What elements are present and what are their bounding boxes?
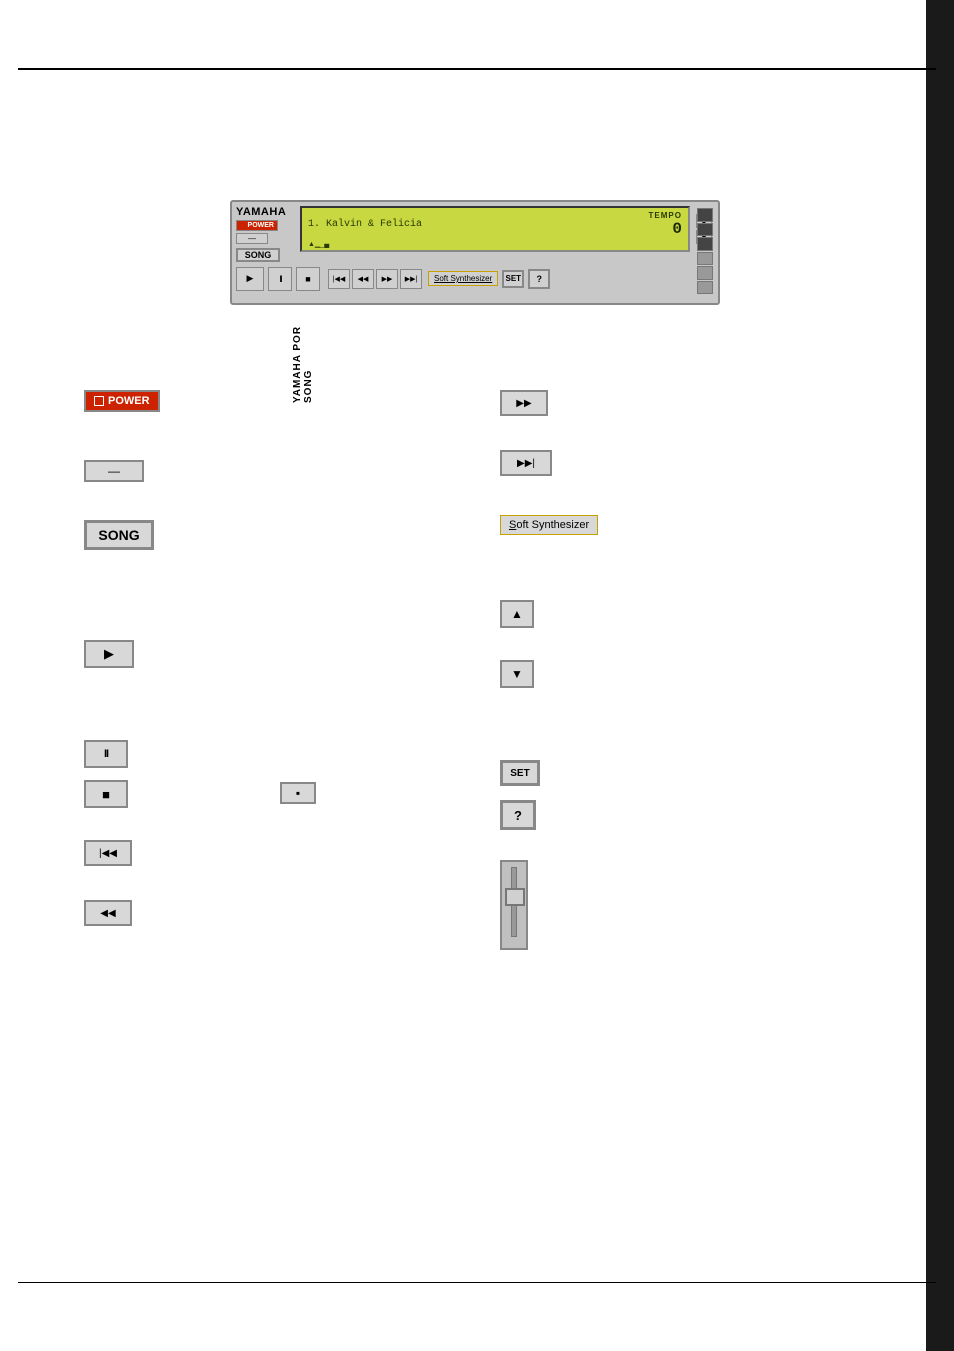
nav-buttons: |◀◀ ◀◀ ▶▶ ▶▶| — [328, 269, 422, 289]
fast-forward-to-end-illus-label: ▶▶| — [517, 458, 535, 469]
stop-small-button-illus[interactable]: ▪ — [280, 782, 316, 804]
lcd-song-name: 1. Kalvin & Felicia — [308, 219, 422, 230]
soft-synth-illus-rest: oft Synthesizer — [516, 519, 589, 531]
slider-track — [511, 867, 517, 937]
fast-forward-button-illus[interactable]: ▶▶ — [500, 390, 548, 416]
lcd-display: 1. Kalvin & Felicia TEMPO 0 ▲▁_▄ — [300, 206, 690, 252]
device-top: YAMAHA POWER — SONG 1. Kalvin & Felicia … — [232, 202, 718, 254]
fast-forward-button-illustration: ▶▶ — [500, 390, 548, 416]
fast-forward-to-end-button-illus[interactable]: ▶▶| — [500, 450, 552, 476]
lcd-waveform: ▲▁_▄ — [308, 240, 682, 248]
rewind-illus-label: ◀◀ — [100, 908, 115, 919]
power-square-icon — [94, 396, 104, 406]
device-rewind-to-start-button[interactable]: |◀◀ — [328, 269, 350, 289]
fast-forward-to-end-button-illustration: ▶▶| — [500, 450, 552, 476]
tempo-down-button-illustration: ▼ — [500, 660, 534, 688]
minus-button-illus[interactable]: — — [84, 460, 144, 482]
stop-small-button-illustration: ▪ — [280, 782, 316, 804]
stop-button-illustration: ■ — [84, 780, 128, 808]
help-button-illus[interactable]: ? — [500, 800, 536, 830]
device-power-button[interactable]: POWER — [236, 220, 278, 231]
device-bottom: ▶ II ■ |◀◀ ◀◀ ▶▶ ▶▶| Soft Synthesizer SE… — [232, 254, 718, 303]
minus-button-illustration: — — [84, 460, 144, 482]
bar-segment-2 — [697, 223, 713, 237]
yamaha-logo: YAMAHA — [236, 206, 296, 218]
rewind-to-start-button-illustration: |◀◀ — [84, 840, 132, 866]
stop-illus-label: ■ — [102, 787, 110, 802]
device-play-button[interactable]: ▶ — [236, 267, 264, 291]
player-device: YAMAHA POWER — SONG 1. Kalvin & Felicia … — [230, 200, 720, 305]
fast-forward-illus-label: ▶▶ — [516, 398, 531, 409]
yamaha-por-song-label: YAMAHA POR SONG — [271, 305, 335, 403]
lcd-top-row: 1. Kalvin & Felicia TEMPO 0 — [308, 211, 682, 238]
song-button-illustration: SONG — [84, 520, 154, 550]
bar-segment-1 — [697, 208, 713, 222]
stop-small-illus-label: ▪ — [296, 786, 300, 800]
device-rewind-button[interactable]: ◀◀ — [352, 269, 374, 289]
right-sidebar — [926, 0, 954, 1351]
bar-segment-6 — [697, 281, 713, 295]
device-minus-label: — — [248, 234, 256, 243]
pause-button-illustration: II — [84, 740, 128, 768]
help-button-illustration: ? — [500, 800, 536, 830]
set-illus-label: SET — [510, 768, 529, 779]
device-fast-forward-button[interactable]: ▶▶ — [376, 269, 398, 289]
stop-button-illus[interactable]: ■ — [84, 780, 128, 808]
tempo-area: TEMPO 0 — [649, 211, 682, 238]
play-button-illustration: ▶ — [84, 640, 134, 668]
power-indicator-icon — [240, 223, 246, 229]
play-illus-label: ▶ — [104, 646, 114, 662]
device-soft-synthesizer-button[interactable]: Soft Synthesizer — [428, 271, 498, 286]
song-illus-label: SONG — [98, 527, 139, 543]
power-button-illustration: POWER — [84, 390, 160, 412]
lcd-tempo-label: TEMPO — [649, 211, 682, 220]
tempo-up-button-illus[interactable]: ▲ — [500, 600, 534, 628]
rewind-button-illus[interactable]: ◀◀ — [84, 900, 132, 926]
device-pause-button[interactable]: II — [268, 267, 292, 291]
slider-illustration — [500, 860, 528, 950]
tempo-up-illus-label: ▲ — [511, 607, 523, 621]
pause-button-illus[interactable]: II — [84, 740, 128, 768]
bar-segment-5 — [697, 266, 713, 280]
tempo-down-button-illus[interactable]: ▼ — [500, 660, 534, 688]
rewind-to-start-illus-label: |◀◀ — [99, 848, 117, 859]
soft-synth-rest: oft Synthesizer — [439, 274, 492, 283]
minus-illus-label: — — [108, 464, 120, 478]
top-rule — [18, 68, 936, 70]
device-fast-forward-to-end-button[interactable]: ▶▶| — [400, 269, 422, 289]
device-help-button[interactable]: ? — [528, 269, 550, 289]
play-button-illus[interactable]: ▶ — [84, 640, 134, 668]
tempo-up-button-illustration: ▲ — [500, 600, 534, 628]
bar-meter — [696, 206, 714, 296]
set-button-illustration: SET — [500, 760, 540, 786]
rewind-to-start-button-illus[interactable]: |◀◀ — [84, 840, 132, 866]
soft-synthesizer-button-illus[interactable]: Soft Synthesizer — [500, 515, 598, 535]
song-button-illus[interactable]: SONG — [84, 520, 154, 550]
slider-thumb[interactable] — [505, 888, 525, 906]
device-left-panel: YAMAHA POWER — SONG — [236, 206, 296, 252]
rewind-button-illustration: ◀◀ — [84, 900, 132, 926]
set-button-illus[interactable]: SET — [500, 760, 540, 786]
tempo-down-illus-label: ▼ — [511, 667, 523, 681]
device-power-label: POWER — [248, 222, 274, 229]
soft-synthesizer-button-illustration: Soft Synthesizer — [500, 515, 598, 535]
lcd-tempo-value: 0 — [649, 220, 682, 238]
device-set-button[interactable]: SET — [502, 270, 524, 288]
bottom-rule — [18, 1282, 936, 1283]
help-illus-label: ? — [514, 808, 522, 823]
soft-synth-illus-underline: S — [509, 519, 516, 531]
device-minus-button[interactable]: — — [236, 233, 268, 244]
device-stop-button[interactable]: ■ — [296, 267, 320, 291]
pause-illus-label: II — [104, 748, 108, 760]
power-illus-label: POWER — [108, 395, 150, 407]
bar-segment-4 — [697, 252, 713, 266]
bar-segment-3 — [697, 237, 713, 251]
volume-slider-illus[interactable] — [500, 860, 528, 950]
power-button-illus[interactable]: POWER — [84, 390, 160, 412]
